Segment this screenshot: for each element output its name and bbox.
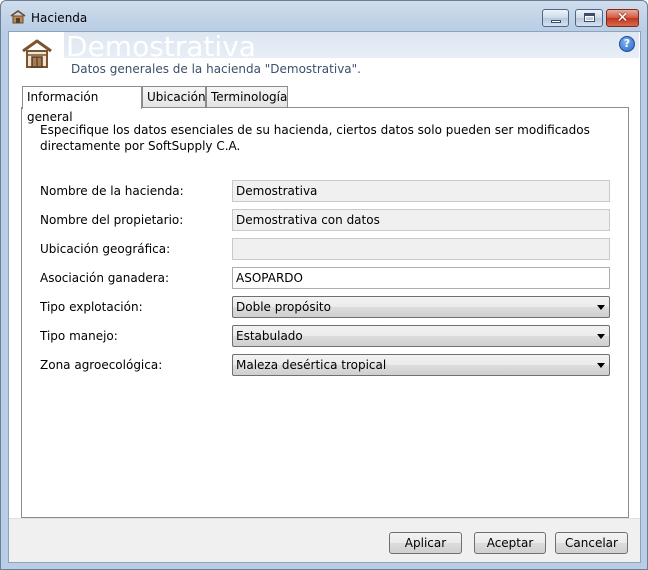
tab-terminologia[interactable]: Terminología [206, 86, 288, 108]
header-band: Demostrativa Datos generales de la hacie… [9, 30, 640, 78]
nombre-hacienda-field: Demostrativa [232, 180, 610, 202]
zona-agroecologica-label: Zona agroecológica: [40, 358, 163, 372]
farmhouse-icon [10, 10, 26, 24]
nombre-propietario-field: Demostrativa con datos [232, 209, 610, 231]
tab-panel-informacion-general: Especifique los datos esenciales de su h… [21, 107, 629, 518]
dialog-content: Demostrativa Datos generales de la hacie… [8, 30, 641, 563]
cancel-button[interactable]: Cancelar [555, 532, 628, 554]
page-subtitle: Datos generales de la hacienda "Demostra… [71, 62, 361, 76]
ubicacion-geografica-field [232, 238, 610, 260]
chevron-down-icon [597, 305, 605, 310]
accept-button[interactable]: Aceptar [474, 532, 546, 554]
maximize-icon [584, 13, 595, 22]
apply-button[interactable]: Aplicar [389, 532, 462, 554]
close-icon: ✕ [616, 10, 629, 26]
hacienda-window: Hacienda ✕ Demostrativa Datos generales … [0, 0, 648, 570]
help-icon[interactable]: ? [619, 36, 635, 52]
chevron-down-icon [597, 363, 605, 368]
close-button[interactable]: ✕ [606, 9, 639, 27]
title-bar[interactable]: Hacienda ✕ [1, 1, 647, 31]
tipo-manejo-label: Tipo manejo: [40, 329, 118, 343]
tab-ubicacion[interactable]: Ubicación [142, 86, 206, 108]
tipo-manejo-select[interactable]: Estabulado [232, 325, 610, 347]
zona-agroecologica-value: Maleza desértica tropical [236, 358, 387, 372]
tab-informacion-general[interactable]: Información general [22, 86, 142, 124]
farmhouse-icon [22, 39, 52, 68]
tipo-manejo-value: Estabulado [236, 329, 303, 343]
minimize-button[interactable] [542, 9, 569, 27]
nombre-propietario-label: Nombre del propietario: [40, 213, 184, 227]
intro-text: Especifique los datos esenciales de su h… [40, 123, 590, 153]
window-title: Hacienda [31, 11, 88, 25]
tipo-explotacion-value: Doble propósito [236, 300, 331, 314]
tipo-explotacion-select[interactable]: Doble propósito [232, 296, 610, 318]
minimize-icon [551, 20, 561, 23]
chevron-down-icon [597, 334, 605, 339]
tipo-explotacion-label: Tipo explotación: [40, 300, 143, 314]
asociacion-ganadera-input[interactable]: ASOPARDO [232, 267, 610, 289]
nombre-hacienda-label: Nombre de la hacienda: [40, 184, 184, 198]
maximize-button[interactable] [575, 9, 603, 27]
ubicacion-geografica-label: Ubicación geográfica: [40, 242, 171, 256]
asociacion-ganadera-label: Asociación ganadera: [40, 271, 170, 285]
zona-agroecologica-select[interactable]: Maleza desértica tropical [232, 354, 610, 376]
page-title: Demostrativa [66, 30, 256, 63]
button-bar: Aplicar Aceptar Cancelar [9, 518, 640, 562]
